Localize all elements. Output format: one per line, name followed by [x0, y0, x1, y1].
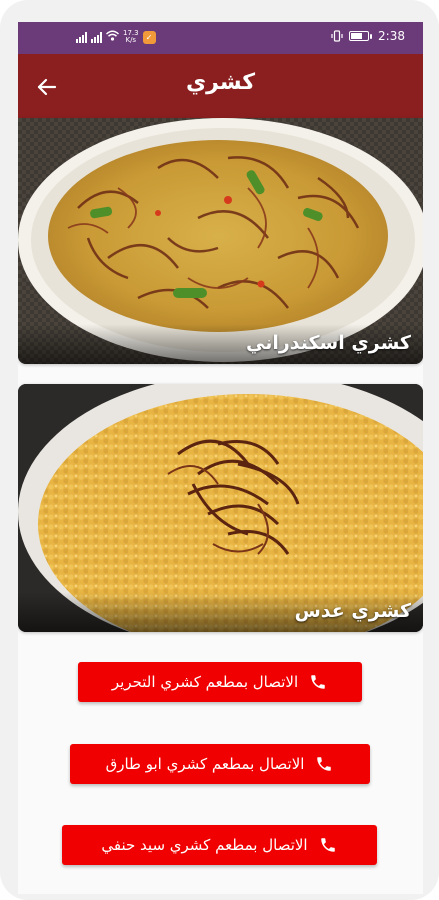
- network-speed-unit: K/s: [125, 36, 137, 44]
- call-button-label: الاتصال بمطعم كشري سيد حنفي: [101, 836, 308, 854]
- phone-frame: 17.3 K/s ✓ 2:38 كشري كشري اسكندراني كشري…: [0, 0, 439, 900]
- call-tahrir-button[interactable]: الاتصال بمطعم كشري التحرير: [78, 662, 362, 702]
- recipe-card-lentil-koshary[interactable]: كشري عدس: [18, 384, 423, 632]
- recipe-title: كشري اسكندراني: [18, 324, 423, 364]
- vibrate-icon: [331, 30, 343, 42]
- network-speed: 17.3 K/s: [123, 30, 139, 44]
- call-sayed-hanafy-button[interactable]: الاتصال بمطعم كشري سيد حنفي: [62, 825, 377, 865]
- call-button-label: الاتصال بمطعم كشري ابو طارق: [105, 755, 305, 773]
- wifi-icon: [105, 30, 120, 44]
- phone-icon: [308, 672, 328, 692]
- status-left-group: 17.3 K/s ✓: [76, 30, 156, 44]
- app-screen: 17.3 K/s ✓ 2:38 كشري كشري اسكندراني كشري…: [18, 22, 423, 894]
- battery-icon: [349, 31, 373, 41]
- status-bar: 17.3 K/s ✓ 2:38: [18, 22, 423, 54]
- page-title: كشري: [185, 70, 256, 95]
- status-right-group: 2:38: [331, 29, 405, 43]
- recipe-card-alexandrian-koshary[interactable]: كشري اسكندراني: [18, 118, 423, 364]
- signal-icon: [76, 31, 87, 43]
- clock: 2:38: [378, 29, 405, 43]
- call-button-label: الاتصال بمطعم كشري التحرير: [111, 673, 299, 691]
- app-bar: كشري: [18, 54, 423, 118]
- call-abu-tarek-button[interactable]: الاتصال بمطعم كشري ابو طارق: [70, 744, 370, 784]
- phone-icon: [318, 835, 338, 855]
- phone-icon: [314, 754, 334, 774]
- notification-icon: ✓: [142, 30, 156, 44]
- signal-icon-2: [91, 31, 102, 43]
- recipe-title: كشري عدس: [18, 592, 423, 632]
